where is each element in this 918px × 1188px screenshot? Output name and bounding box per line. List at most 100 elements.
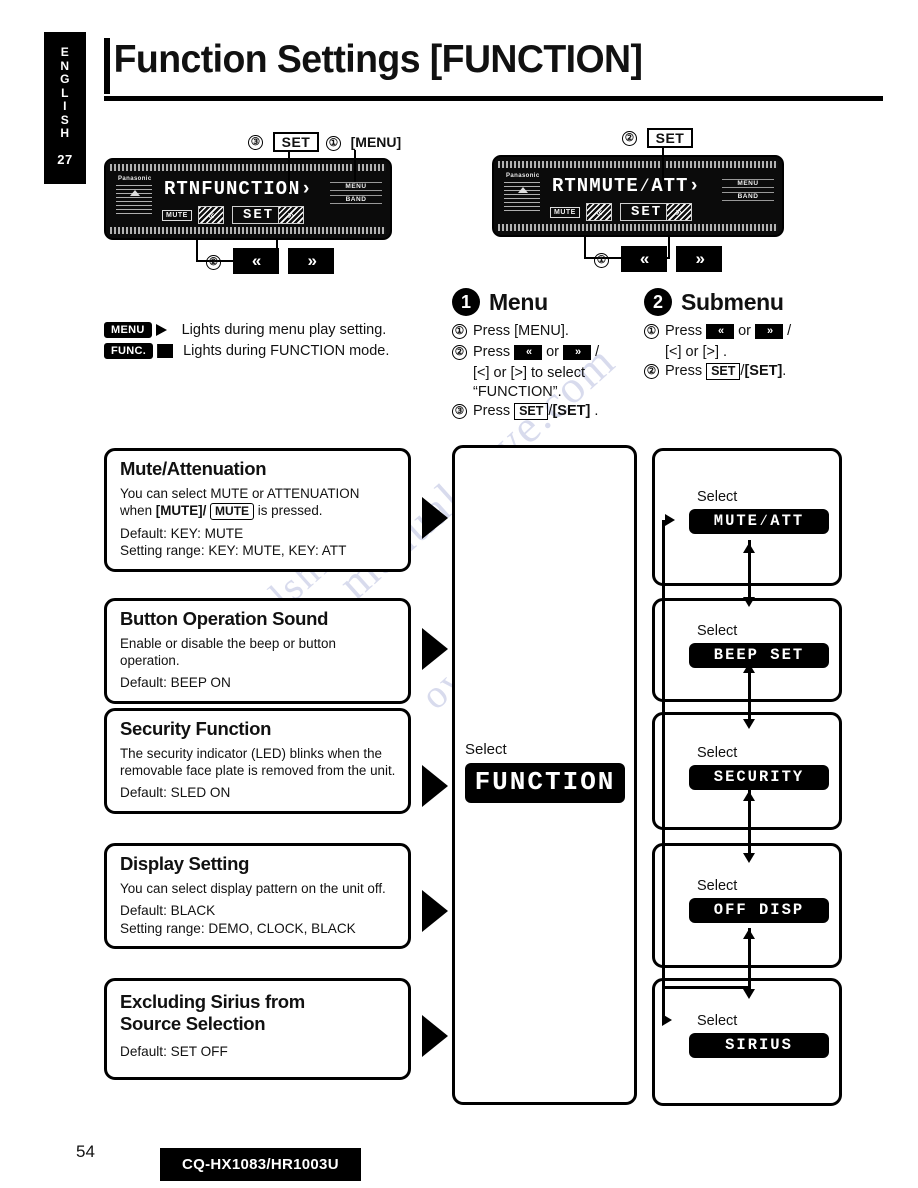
setting-default: Default: BLACK <box>120 903 216 918</box>
menu-step-2-cont-b: “FUNCTION”. <box>473 384 562 400</box>
leader-line <box>354 150 356 182</box>
decor-strip <box>110 227 386 234</box>
setting-title-line-1: Excluding Sirius from <box>120 991 305 1012</box>
flow-arrow-icon <box>422 890 448 932</box>
setting-desc-line-1: Enable or disable the beep or button ope… <box>120 636 336 668</box>
callout-number: ③ <box>248 134 263 150</box>
select-label: Select <box>697 1013 738 1029</box>
menu-button[interactable]: MENU <box>722 179 774 188</box>
next-chevron-icon: » <box>288 248 335 274</box>
play-triangle-icon <box>155 323 172 337</box>
decor-strip <box>498 224 778 231</box>
lcd-security-display: SECURITY <box>689 765 829 790</box>
step-number: ③ <box>452 404 467 419</box>
prev-chevron-icon: « <box>620 246 667 272</box>
setting-desc-line-2: removable face plate is removed from the… <box>120 763 396 778</box>
submenu-step-1: ① Press « or » / <box>644 322 844 341</box>
menu-button[interactable]: MENU <box>330 182 382 191</box>
mute-button[interactable]: MUTE <box>162 210 192 221</box>
submenu-step-1-cont: [<] or [>] . <box>665 344 728 360</box>
step-number: ② <box>452 345 467 360</box>
manual-page: manualshive.com manualshive ow E N G L I… <box>0 0 918 1188</box>
lang-letter: H <box>60 126 70 140</box>
left-callout-1: ① [MENU] <box>326 134 401 152</box>
leader-line <box>288 150 290 192</box>
step-text: Press [MENU]. <box>473 323 569 339</box>
band-button[interactable]: BAND <box>722 192 774 201</box>
footer-model-badge: CQ-HX1083/HR1003U <box>160 1148 361 1181</box>
lcd-off-disp-display: OFF DISP <box>689 898 829 923</box>
right-button-cluster: MENU BAND <box>330 182 382 208</box>
setting-box-mute-attenuation: Mute/Attenuation You can select MUTE or … <box>104 448 411 572</box>
leader-line <box>662 146 664 188</box>
page-title: Function Settings [FUNCTION] <box>113 38 643 81</box>
band-button[interactable]: BAND <box>330 195 382 204</box>
flow-arrow-icon <box>422 765 448 807</box>
lcd-function-display: FUNCTION <box>465 763 625 803</box>
loop-arrowhead-top <box>665 514 675 526</box>
desc-post: is pressed. <box>254 503 323 518</box>
setting-title: Display Setting <box>120 853 250 874</box>
connector-up-arrow <box>743 791 755 854</box>
setting-range: Setting range: DEMO, CLOCK, BLACK <box>120 920 356 936</box>
submenu-box-mute-att: Select MUTE∕ATT <box>652 448 842 586</box>
next-chevron-icon: » <box>755 323 784 339</box>
menu-step-3: ③ Press SET/[SET] . <box>452 402 642 421</box>
setting-box-button-operation-sound: Button Operation Sound Enable or disable… <box>104 598 411 704</box>
loop-arrowhead-bottom <box>662 1014 672 1026</box>
lang-letter: S <box>60 112 70 127</box>
lang-tab-page-ref: 27 <box>57 151 73 167</box>
prev-chevron-icon: « <box>514 344 543 360</box>
head-unit-figure-left: Panasonic RTNFUNCTION› MUTE « SET » MENU… <box>104 158 392 240</box>
leader-line <box>196 240 198 262</box>
callout-number: ① <box>594 253 609 269</box>
submenu-heading: 2 Submenu <box>644 288 844 316</box>
callout-number: ① <box>326 136 341 152</box>
lcd-mute-att-display: MUTE∕ATT <box>689 509 829 534</box>
leader-line <box>584 237 586 259</box>
right-button-cluster: MENU BAND <box>722 179 774 205</box>
connector-up-arrow <box>743 929 755 990</box>
set-key-callout: SET <box>646 128 694 148</box>
decor-strip <box>498 161 778 168</box>
language-tab: E N G L I S H 27 <box>44 32 86 184</box>
flow-arrow-icon <box>422 628 448 670</box>
setting-desc-line-1: You can select display pattern on the un… <box>120 881 386 896</box>
unit-display-text: RTNMUTE∕ATT› <box>552 175 701 197</box>
mute-button[interactable]: MUTE <box>550 207 580 218</box>
step-text: Press « or » / <box>665 323 792 339</box>
legend-row-menu: MENU Lights during menu play setting. <box>104 322 389 338</box>
next-arrow-button[interactable]: » <box>666 203 692 221</box>
mute-key-text: [MUTE]/ <box>155 503 207 518</box>
select-label: Select <box>697 623 738 639</box>
submenu-box-security: Select SECURITY <box>652 712 842 830</box>
step-number: ② <box>644 364 659 379</box>
setting-default: Default: SLED ON <box>120 785 231 800</box>
mute-chip: MUTE <box>210 502 255 520</box>
prev-chevron-icon: « <box>706 323 735 339</box>
indicator-legend: MENU Lights during menu play setting. FU… <box>104 322 389 364</box>
lcd-beep-set-display: BEEP SET <box>689 643 829 668</box>
desc-pre: when <box>120 503 156 518</box>
func-indicator-chip: FUNC. <box>104 343 154 359</box>
brand-logo: Panasonic <box>506 173 540 179</box>
decor-strip <box>110 164 386 171</box>
prev-chevron-icon: « <box>232 248 279 274</box>
lang-letter: G <box>60 72 70 86</box>
set-key-callout: SET <box>272 132 320 152</box>
head-unit-figure-right: Panasonic RTNMUTE∕ATT› MUTE « SET » MENU… <box>492 155 784 237</box>
block-icon <box>157 344 174 358</box>
right-callout-2: ② SET <box>622 128 694 148</box>
next-arrow-button[interactable]: » <box>278 206 304 224</box>
right-callout-1: ① « » <box>594 246 723 272</box>
set-key-glyph: SET <box>706 362 741 380</box>
menu-step-2: ② Press « or » / <box>452 343 642 362</box>
setting-default: Default: KEY: MUTE <box>120 525 244 541</box>
step-text: Press « or » / <box>473 344 600 360</box>
prev-arrow-button[interactable]: « <box>586 203 612 221</box>
prev-arrow-button[interactable]: « <box>198 206 224 224</box>
setting-desc-line-1: You can select MUTE or ATTENUATION <box>120 486 360 501</box>
triangle-icon <box>518 187 528 193</box>
step-number: ① <box>644 324 659 339</box>
menu-heading: 1 Menu <box>452 288 642 316</box>
